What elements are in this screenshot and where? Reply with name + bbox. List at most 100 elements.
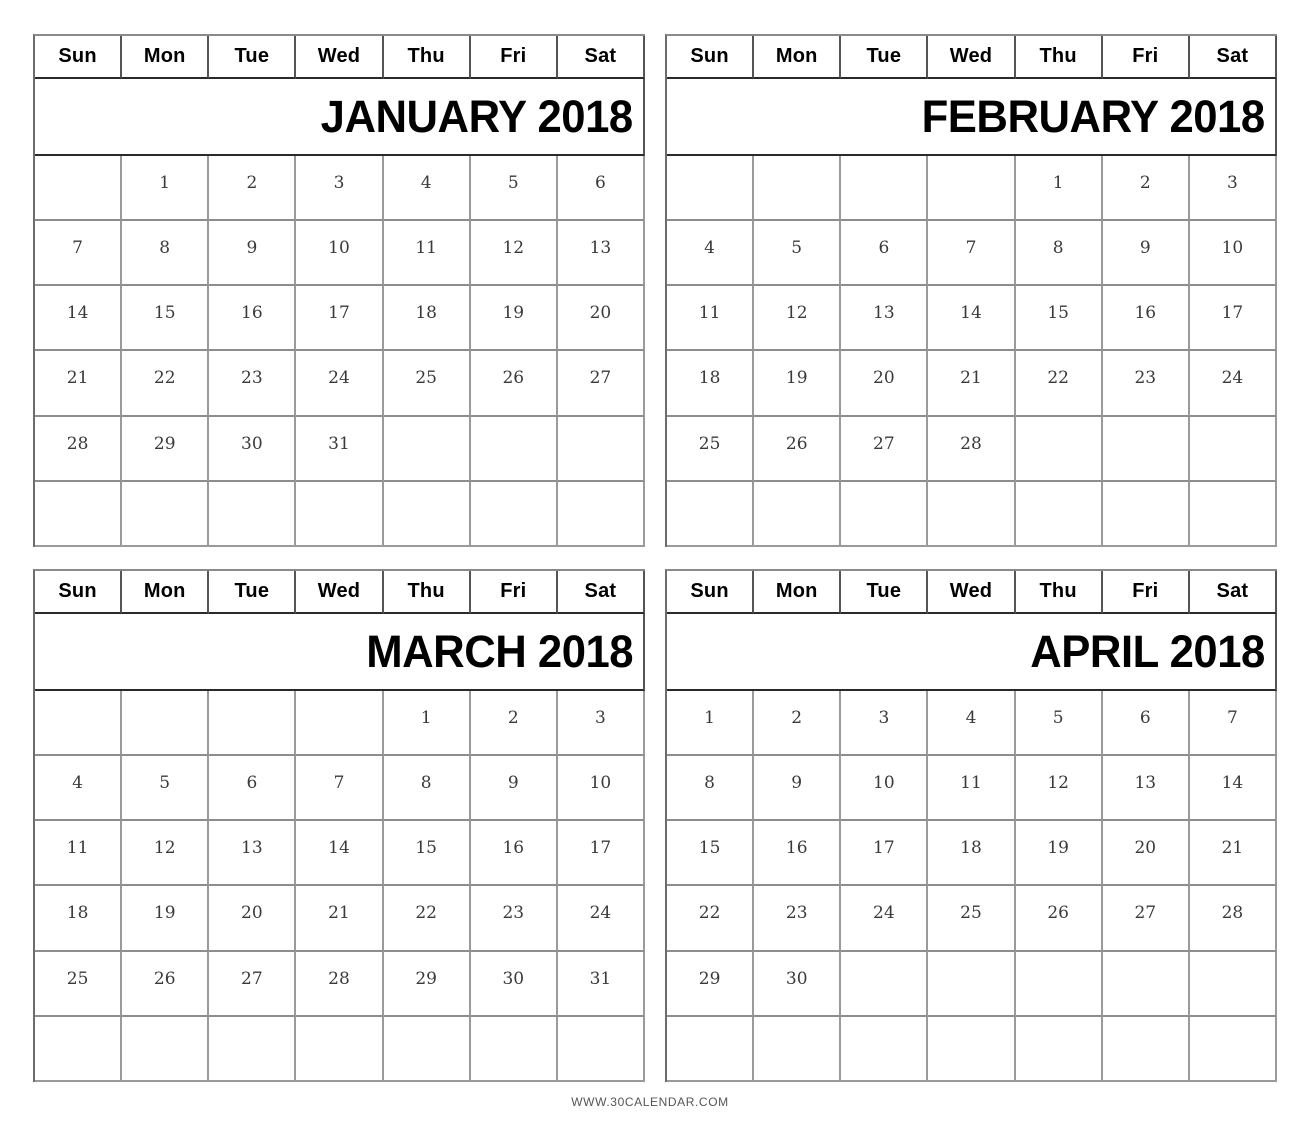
day-cell[interactable]: 27 — [841, 416, 929, 482]
day-cell[interactable]: 20 — [841, 351, 929, 417]
day-cell[interactable]: 4 — [383, 156, 471, 222]
day-cell-empty[interactable] — [209, 481, 297, 547]
day-cell[interactable]: 15 — [667, 821, 755, 887]
day-cell[interactable]: 28 — [928, 416, 1016, 482]
day-cell-empty[interactable] — [754, 156, 842, 222]
day-cell[interactable]: 21 — [35, 351, 123, 417]
day-cell[interactable]: 9 — [1102, 221, 1190, 287]
day-cell[interactable]: 30 — [754, 951, 842, 1017]
day-cell-empty[interactable] — [754, 1016, 842, 1082]
day-cell[interactable]: 12 — [754, 286, 842, 352]
day-cell-empty[interactable] — [209, 691, 297, 757]
day-cell[interactable]: 1 — [1015, 156, 1103, 222]
day-cell-empty[interactable] — [383, 1016, 471, 1082]
day-cell-empty[interactable] — [1189, 416, 1277, 482]
day-cell[interactable]: 20 — [209, 886, 297, 952]
day-cell[interactable]: 9 — [470, 756, 558, 822]
day-cell[interactable]: 6 — [841, 221, 929, 287]
day-cell[interactable]: 25 — [35, 951, 123, 1017]
day-cell[interactable]: 13 — [557, 221, 645, 287]
day-cell[interactable]: 26 — [1015, 886, 1103, 952]
day-cell[interactable]: 1 — [667, 691, 755, 757]
day-cell[interactable]: 8 — [122, 221, 210, 287]
day-cell[interactable]: 7 — [1189, 691, 1277, 757]
day-cell[interactable]: 28 — [35, 416, 123, 482]
day-cell[interactable]: 30 — [470, 951, 558, 1017]
day-cell-empty[interactable] — [35, 156, 123, 222]
day-cell[interactable]: 9 — [754, 756, 842, 822]
day-cell-empty[interactable] — [35, 1016, 123, 1082]
day-cell[interactable]: 23 — [1102, 351, 1190, 417]
day-cell[interactable]: 9 — [209, 221, 297, 287]
day-cell[interactable]: 15 — [1015, 286, 1103, 352]
day-cell[interactable]: 27 — [557, 351, 645, 417]
day-cell[interactable]: 16 — [754, 821, 842, 887]
day-cell-empty[interactable] — [667, 1016, 755, 1082]
day-cell[interactable]: 8 — [667, 756, 755, 822]
day-cell[interactable]: 6 — [557, 156, 645, 222]
day-cell-empty[interactable] — [470, 416, 558, 482]
day-cell[interactable]: 11 — [383, 221, 471, 287]
day-cell-empty[interactable] — [557, 1016, 645, 1082]
day-cell[interactable]: 17 — [557, 821, 645, 887]
day-cell-empty[interactable] — [296, 691, 384, 757]
day-cell[interactable]: 23 — [470, 886, 558, 952]
day-cell-empty[interactable] — [1015, 481, 1103, 547]
day-cell[interactable]: 19 — [122, 886, 210, 952]
day-cell[interactable]: 25 — [667, 416, 755, 482]
day-cell-empty[interactable] — [122, 691, 210, 757]
day-cell[interactable]: 4 — [35, 756, 123, 822]
day-cell[interactable]: 29 — [383, 951, 471, 1017]
day-cell[interactable]: 14 — [1189, 756, 1277, 822]
day-cell-empty[interactable] — [35, 691, 123, 757]
day-cell-empty[interactable] — [1102, 951, 1190, 1017]
day-cell[interactable]: 2 — [209, 156, 297, 222]
day-cell[interactable]: 7 — [928, 221, 1016, 287]
day-cell[interactable]: 24 — [841, 886, 929, 952]
day-cell[interactable]: 14 — [35, 286, 123, 352]
day-cell[interactable]: 13 — [1102, 756, 1190, 822]
day-cell[interactable]: 4 — [928, 691, 1016, 757]
day-cell[interactable]: 12 — [1015, 756, 1103, 822]
day-cell[interactable]: 30 — [209, 416, 297, 482]
day-cell-empty[interactable] — [841, 1016, 929, 1082]
day-cell[interactable]: 23 — [209, 351, 297, 417]
day-cell[interactable]: 22 — [383, 886, 471, 952]
day-cell-empty[interactable] — [296, 481, 384, 547]
day-cell[interactable]: 28 — [296, 951, 384, 1017]
day-cell[interactable]: 7 — [35, 221, 123, 287]
day-cell[interactable]: 8 — [383, 756, 471, 822]
day-cell-empty[interactable] — [1189, 951, 1277, 1017]
day-cell[interactable]: 12 — [470, 221, 558, 287]
day-cell[interactable]: 1 — [383, 691, 471, 757]
day-cell-empty[interactable] — [296, 1016, 384, 1082]
day-cell[interactable]: 15 — [122, 286, 210, 352]
day-cell[interactable]: 11 — [35, 821, 123, 887]
day-cell[interactable]: 5 — [1015, 691, 1103, 757]
day-cell[interactable]: 6 — [209, 756, 297, 822]
day-cell-empty[interactable] — [667, 481, 755, 547]
day-cell[interactable]: 4 — [667, 221, 755, 287]
day-cell[interactable]: 22 — [667, 886, 755, 952]
day-cell[interactable]: 27 — [209, 951, 297, 1017]
day-cell[interactable]: 31 — [296, 416, 384, 482]
day-cell[interactable]: 5 — [470, 156, 558, 222]
day-cell[interactable]: 8 — [1015, 221, 1103, 287]
day-cell[interactable]: 12 — [122, 821, 210, 887]
day-cell[interactable]: 29 — [122, 416, 210, 482]
day-cell-empty[interactable] — [928, 481, 1016, 547]
day-cell-empty[interactable] — [1189, 1016, 1277, 1082]
day-cell[interactable]: 24 — [557, 886, 645, 952]
day-cell[interactable]: 2 — [754, 691, 842, 757]
day-cell-empty[interactable] — [667, 156, 755, 222]
day-cell[interactable]: 21 — [296, 886, 384, 952]
day-cell[interactable]: 18 — [928, 821, 1016, 887]
day-cell-empty[interactable] — [1102, 481, 1190, 547]
day-cell[interactable]: 17 — [841, 821, 929, 887]
day-cell[interactable]: 2 — [470, 691, 558, 757]
day-cell[interactable]: 14 — [928, 286, 1016, 352]
day-cell-empty[interactable] — [122, 481, 210, 547]
day-cell[interactable]: 2 — [1102, 156, 1190, 222]
day-cell[interactable]: 29 — [667, 951, 755, 1017]
day-cell[interactable]: 19 — [470, 286, 558, 352]
